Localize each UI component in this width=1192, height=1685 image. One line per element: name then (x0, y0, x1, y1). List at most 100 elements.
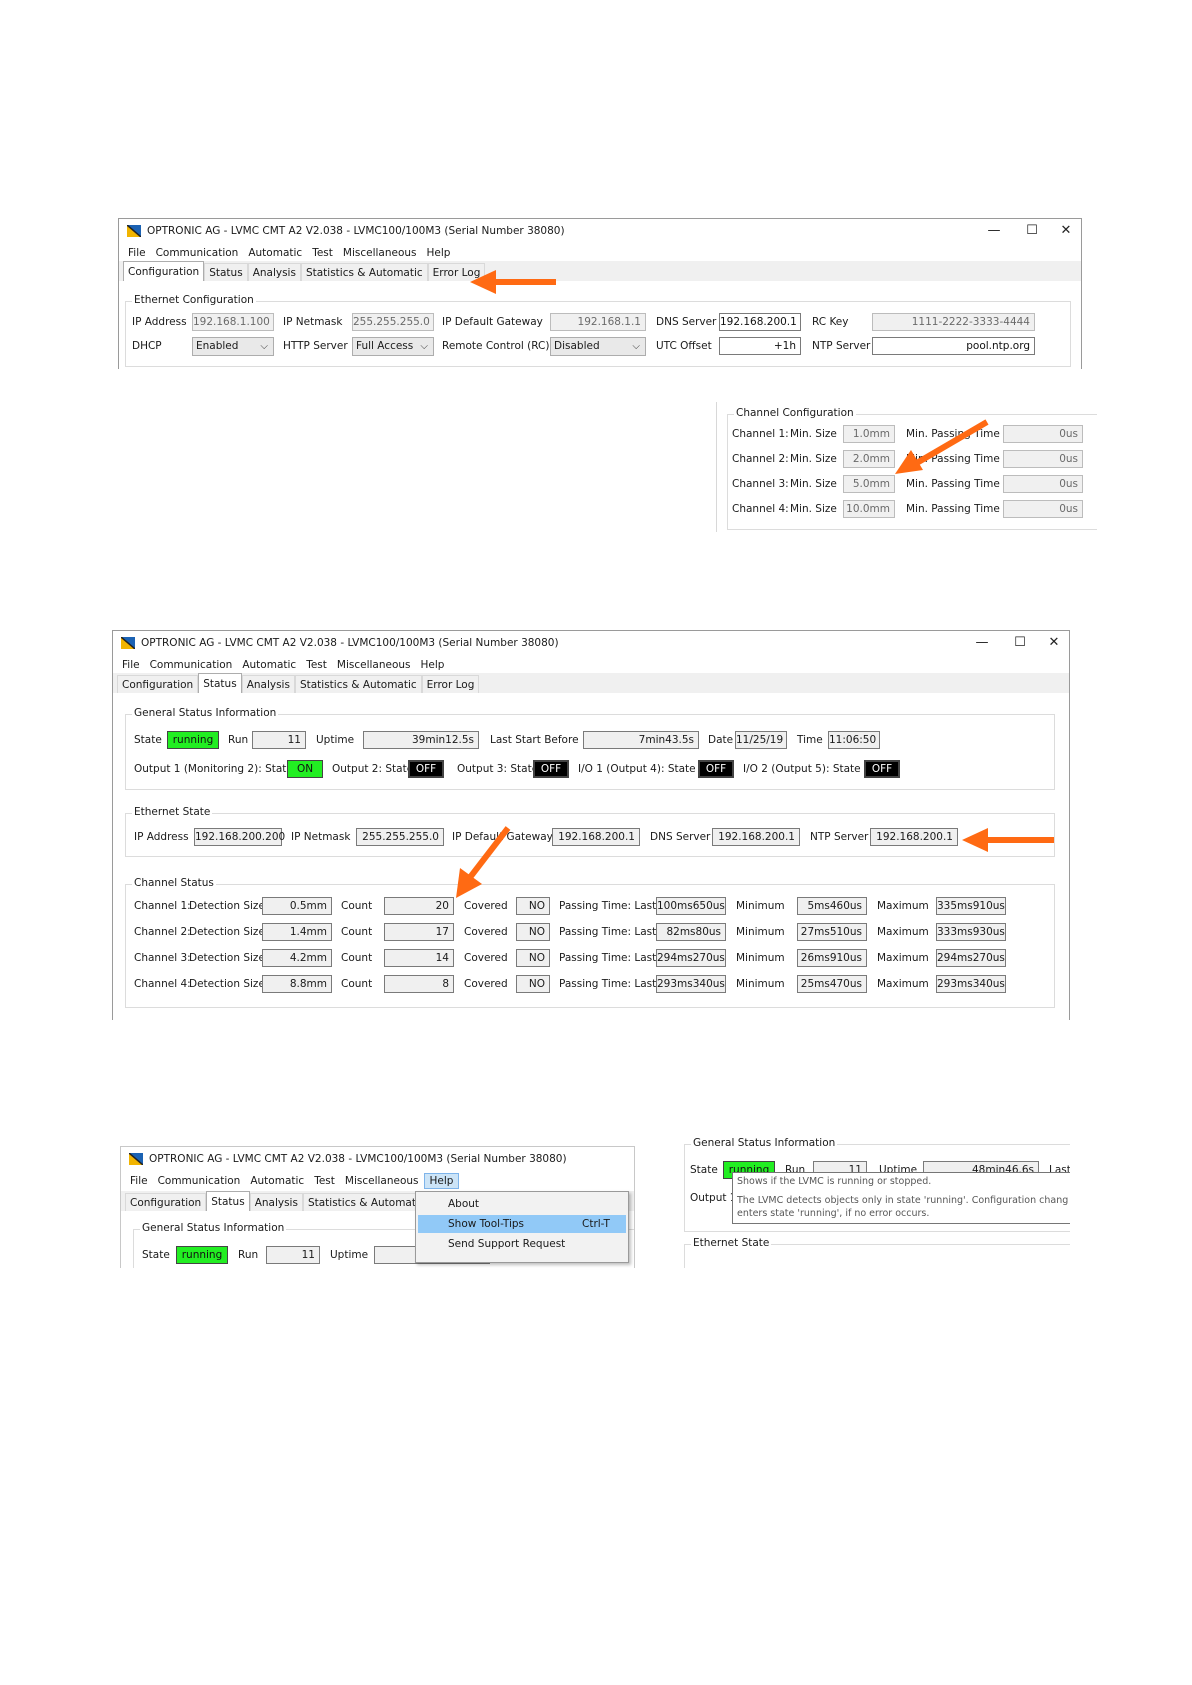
menu-miscellaneous[interactable]: Miscellaneous (332, 657, 416, 673)
rc-key-field[interactable]: 1111-2222-3333-4444 (872, 313, 1035, 331)
menu-test[interactable]: Test (301, 657, 332, 673)
tab-error-log[interactable]: Error Log (421, 675, 480, 693)
io-1-label: I/O 1 (Output 4): State (578, 763, 696, 775)
tab-analysis[interactable]: Analysis (249, 1193, 303, 1211)
maximum-label: Maximum (877, 926, 929, 938)
min-passing-time-label: Min. Passing Time (906, 478, 1000, 490)
ntp-server-label: NTP Server (812, 340, 871, 352)
menu-automatic[interactable]: Automatic (245, 1173, 309, 1189)
menu-help[interactable]: Help (416, 657, 450, 673)
tab-analysis[interactable]: Analysis (247, 263, 301, 281)
menu-file[interactable]: File (117, 657, 145, 673)
minimize-button[interactable]: — (971, 634, 993, 652)
gateway-field: 192.168.200.1 (552, 828, 640, 846)
close-button[interactable]: ✕ (1043, 634, 1065, 652)
menu-miscellaneous[interactable]: Miscellaneous (340, 1173, 424, 1189)
rc-key-label: RC Key (812, 316, 849, 328)
ethernet-state-group: Ethernet State (684, 1237, 1070, 1268)
min-size-field[interactable]: 5.0mm (843, 475, 895, 493)
state-label: State (142, 1249, 170, 1261)
min-size-field[interactable]: 10.0mm (843, 500, 895, 518)
menu-help[interactable]: Help (422, 245, 456, 261)
menu-test[interactable]: Test (307, 245, 338, 261)
remote-control-label: Remote Control (RC) (442, 340, 550, 352)
tab-configuration[interactable]: Configuration (117, 675, 199, 693)
tab-configuration[interactable]: Configuration (125, 1193, 207, 1211)
tab-statistics[interactable]: Statistics & Automatic (294, 675, 422, 693)
min-size-label: Min. Size (790, 478, 837, 490)
maximum-label: Maximum (877, 900, 929, 912)
menu-miscellaneous[interactable]: Miscellaneous (338, 245, 422, 261)
output-3-indicator: OFF (533, 760, 569, 778)
covered-field: NO (516, 897, 550, 915)
covered-field: NO (516, 949, 550, 967)
tab-status[interactable]: Status (206, 1191, 250, 1211)
maximum-label: Maximum (877, 952, 929, 964)
menu-help[interactable]: Help (423, 1173, 460, 1189)
min-size-field[interactable]: 1.0mm (843, 425, 895, 443)
close-button[interactable]: ✕ (1055, 222, 1077, 240)
minimum-field: 25ms470us (797, 975, 867, 993)
tooltip-line-2: The LVMC detects objects only in state '… (737, 1195, 1069, 1206)
min-size-field[interactable]: 2.0mm (843, 450, 895, 468)
dns-server-field[interactable]: 192.168.200.1 (719, 313, 801, 331)
min-passing-time-field[interactable]: 0us (1003, 450, 1083, 468)
menu-item-about[interactable]: About (418, 1195, 626, 1213)
min-passing-time-field[interactable]: 0us (1003, 500, 1083, 518)
arrow-icon (962, 828, 1054, 852)
title-bar: OPTRONIC AG - LVMC CMT A2 V2.038 - LVMC1… (121, 1147, 634, 1173)
minimum-field: 27ms510us (797, 923, 867, 941)
passing-time-last-field: 100ms650us (656, 897, 726, 915)
menu-item-label: About (448, 1198, 480, 1210)
maximize-button[interactable]: ☐ (1021, 222, 1043, 240)
channel-1-label: Channel 1: (134, 900, 191, 912)
tab-configuration[interactable]: Configuration (123, 261, 205, 281)
min-passing-time-field[interactable]: 0us (1003, 425, 1083, 443)
tab-statistics[interactable]: Statistics & Automatic (300, 263, 428, 281)
detection-size-label: Detection Size (189, 900, 265, 912)
state-label: State (134, 734, 162, 746)
tab-analysis[interactable]: Analysis (241, 675, 295, 693)
group-title: General Status Information (691, 1137, 838, 1149)
gateway-label: IP Default Gateway (442, 316, 543, 328)
remote-control-select[interactable]: Disabled ⌵ (550, 337, 646, 356)
last-start-field: 7min43.5s (583, 731, 699, 749)
tab-strip: Configuration Status Analysis Statistics… (113, 673, 1069, 693)
http-server-select[interactable]: Full Access ⌵ (352, 337, 434, 356)
ip-address-label: IP Address (134, 831, 189, 843)
detection-size-field: 1.4mm (262, 923, 332, 941)
tab-statistics[interactable]: Statistics & Automatic (302, 1193, 430, 1211)
ip-address-field[interactable]: 192.168.1.100 (192, 313, 274, 331)
count-label: Count (341, 978, 373, 990)
ntp-server-field[interactable]: pool.ntp.org (872, 337, 1035, 355)
http-server-label: HTTP Server (283, 340, 348, 352)
ip-netmask-field[interactable]: 255.255.255.0 (352, 313, 434, 331)
io-1-indicator: OFF (698, 760, 734, 778)
menu-file[interactable]: File (123, 245, 151, 261)
menu-item-show-tool-tips[interactable]: Show Tool-Tips Ctrl-T (418, 1215, 626, 1233)
menu-file[interactable]: File (125, 1173, 153, 1189)
menu-item-send-support-request[interactable]: Send Support Request (418, 1235, 626, 1253)
menu-communication[interactable]: Communication (151, 245, 244, 261)
minimum-field: 26ms910us (797, 949, 867, 967)
uptime-label: Uptime (330, 1249, 369, 1261)
covered-label: Covered (464, 978, 508, 990)
utc-offset-field[interactable]: +1h (719, 337, 801, 355)
min-passing-time-field[interactable]: 0us (1003, 475, 1083, 493)
state-label: State (690, 1164, 718, 1176)
tab-status[interactable]: Status (198, 673, 242, 693)
menu-automatic[interactable]: Automatic (243, 245, 307, 261)
menu-communication[interactable]: Communication (145, 657, 238, 673)
dhcp-select[interactable]: Enabled ⌵ (192, 337, 274, 356)
menu-automatic[interactable]: Automatic (237, 657, 301, 673)
minimize-button[interactable]: — (983, 222, 1005, 240)
chevron-down-icon: ⌵ (260, 341, 268, 352)
ethernet-state-group: Ethernet State IP Address 192.168.200.20… (125, 806, 1055, 857)
tab-status[interactable]: Status (204, 263, 248, 281)
menu-test[interactable]: Test (309, 1173, 340, 1189)
menu-bar: File Communication Automatic Test Miscel… (117, 657, 449, 673)
menu-communication[interactable]: Communication (153, 1173, 246, 1189)
window-title: OPTRONIC AG - LVMC CMT A2 V2.038 - LVMC1… (141, 637, 559, 649)
gateway-field[interactable]: 192.168.1.1 (550, 313, 646, 331)
maximize-button[interactable]: ☐ (1009, 634, 1031, 652)
